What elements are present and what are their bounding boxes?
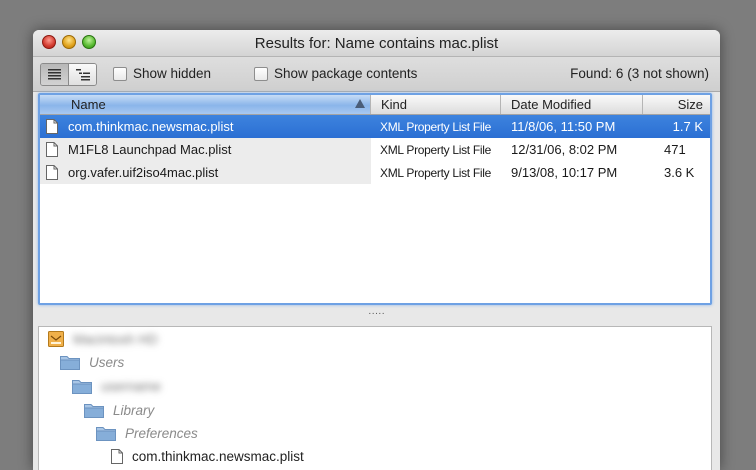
document-icon <box>46 119 58 134</box>
kind-cell: XML Property List File <box>380 119 491 134</box>
folder-icon <box>72 380 92 394</box>
path-item-users[interactable]: Users <box>60 354 124 370</box>
document-icon <box>46 165 58 180</box>
folder-icon <box>96 427 116 441</box>
date-cell: 12/31/06, 8:02 PM <box>511 142 618 157</box>
find-results-window: Results for: Name contains mac.plist Sho… <box>33 30 720 470</box>
name-cell: com.thinkmac.newsmac.plist <box>40 119 371 134</box>
folder-name: Library <box>113 402 155 418</box>
outline-view-button[interactable] <box>68 64 96 85</box>
list-view-button[interactable] <box>41 64 68 85</box>
view-mode-control <box>40 63 97 86</box>
window-title: Results for: Name contains mac.plist <box>254 35 499 52</box>
size-value: 3.6 K <box>664 165 695 180</box>
title-bar[interactable]: Results for: Name contains mac.plist <box>33 30 720 57</box>
show-package-contents-box[interactable] <box>254 66 268 81</box>
kind-cell: XML Property List File <box>380 142 491 157</box>
path-item-user[interactable]: username <box>72 378 161 394</box>
table-row[interactable]: org.vafer.uif2iso4mac.plist XML Property… <box>40 161 710 184</box>
show-hidden-box[interactable] <box>113 66 127 81</box>
folder-icon <box>60 356 80 370</box>
show-hidden-checkbox[interactable]: Show hidden <box>113 66 211 81</box>
file-name: org.vafer.uif2iso4mac.plist <box>68 165 219 180</box>
path-item-library[interactable]: Library <box>84 402 154 418</box>
path-view: Macintosh HD Users username Library Pref… <box>38 326 712 470</box>
found-count: Found: 6 (3 not shown) <box>570 66 709 81</box>
date-cell: 11/8/06, 11:50 PM <box>511 119 616 134</box>
list-view-icon <box>48 69 61 80</box>
file-name: com.thinkmac.newsmac.plist <box>68 119 234 134</box>
folder-name: Users <box>89 354 125 370</box>
path-item-volume[interactable]: Macintosh HD <box>48 331 158 347</box>
results-table[interactable]: Name Kind Date Modified Size com.thinkma… <box>38 93 712 305</box>
sort-ascending-icon <box>355 99 365 108</box>
outline-view-icon <box>75 68 90 80</box>
folder-name: username <box>101 378 162 394</box>
hard-drive-icon <box>48 331 64 347</box>
date-cell: 9/13/08, 10:17 PM <box>511 165 618 180</box>
table-row[interactable]: com.thinkmac.newsmac.plist XML Property … <box>40 115 710 138</box>
table-header: Name Kind Date Modified Size <box>40 95 710 115</box>
table-row[interactable]: M1FL8 Launchpad Mac.plist XML Property L… <box>40 138 710 161</box>
toolbar: Show hidden Show package contents Found:… <box>33 57 720 92</box>
column-header-kind[interactable]: Kind <box>371 95 501 114</box>
folder-icon <box>84 404 104 418</box>
show-package-contents-checkbox[interactable]: Show package contents <box>254 66 417 81</box>
document-icon <box>46 142 58 157</box>
column-header-date-modified[interactable]: Date Modified <box>501 95 643 114</box>
column-header-name[interactable]: Name <box>40 95 371 114</box>
name-cell: org.vafer.uif2iso4mac.plist <box>40 161 371 184</box>
file-name: M1FL8 Launchpad Mac.plist <box>68 142 232 157</box>
size-cell: 1.7 K <box>672 119 703 134</box>
name-cell: M1FL8 Launchpad Mac.plist <box>40 138 371 161</box>
size-cell: 471 <box>643 142 710 157</box>
path-item-preferences[interactable]: Preferences <box>96 425 198 441</box>
show-package-contents-label: Show package contents <box>274 66 418 81</box>
column-header-size[interactable]: Size <box>643 95 710 114</box>
size-value: 471 <box>664 142 686 157</box>
size-cell: 3.6 K <box>643 165 710 180</box>
column-name-label: Name <box>71 97 106 112</box>
split-view-handle[interactable]: ····· <box>33 309 720 319</box>
show-hidden-label: Show hidden <box>133 66 212 81</box>
volume-name: Macintosh HD <box>73 331 158 347</box>
folder-name: Preferences <box>125 425 198 441</box>
kind-cell: XML Property List File <box>380 165 491 180</box>
